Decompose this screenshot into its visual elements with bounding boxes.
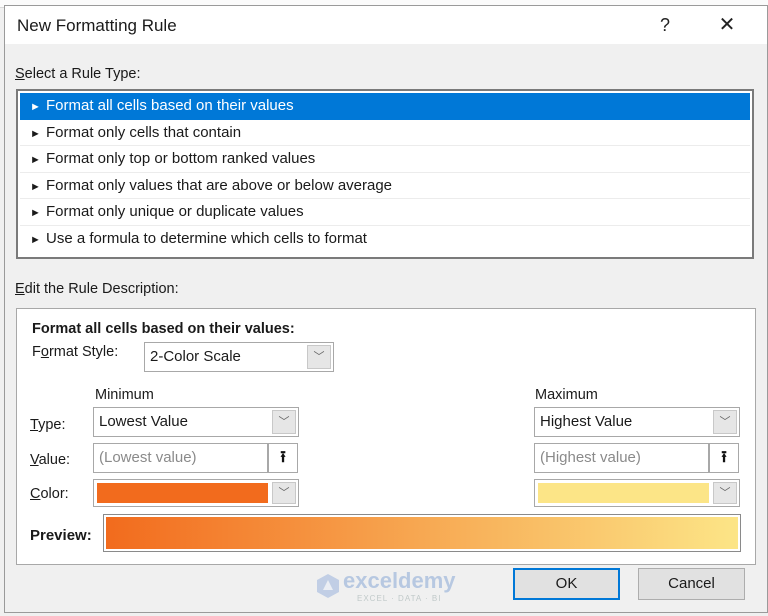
minimum-type-select[interactable]: Lowest Value ﹀ bbox=[93, 407, 299, 437]
chevron-down-icon[interactable]: ﹀ bbox=[713, 410, 737, 434]
rule-type-item[interactable]: ► Format only cells that contain bbox=[20, 120, 750, 146]
select-rule-type-label: Select a Rule Type: bbox=[15, 66, 140, 82]
maximum-color-picker[interactable]: ﹀ bbox=[534, 479, 740, 507]
rule-type-item[interactable]: ► Format only values that are above or be… bbox=[20, 173, 750, 199]
chevron-down-icon[interactable]: ﹀ bbox=[307, 345, 331, 369]
watermark-name: exceldemy bbox=[343, 568, 456, 593]
maximum-type-select[interactable]: Highest Value ﹀ bbox=[534, 407, 740, 437]
label-accesskey: o bbox=[40, 344, 49, 360]
label-accesskey: S bbox=[15, 66, 25, 82]
label-text: olor: bbox=[40, 486, 69, 502]
maximum-value-placeholder: (Highest value) bbox=[540, 449, 641, 466]
exceldemy-logo-icon bbox=[317, 574, 339, 598]
ok-button[interactable]: OK bbox=[513, 568, 620, 600]
format-style-value: 2-Color Scale bbox=[150, 348, 241, 365]
label-accesskey: V bbox=[30, 452, 39, 468]
chevron-down-icon[interactable]: ﹀ bbox=[272, 410, 296, 434]
label-text: rmat Style: bbox=[48, 344, 119, 360]
arrow-right-icon: ► bbox=[30, 233, 41, 246]
arrow-right-icon: ► bbox=[30, 154, 41, 166]
rule-type-label: Format only values that are above or bel… bbox=[46, 176, 393, 194]
minimum-value-input[interactable]: (Lowest value) bbox=[93, 443, 268, 473]
label-accesskey: T bbox=[30, 417, 39, 433]
format-style-label: Format Style: bbox=[32, 344, 118, 360]
description-heading: Format all cells based on their values: bbox=[32, 321, 295, 337]
arrow-right-icon: ► bbox=[30, 180, 41, 193]
edit-rule-description-label: Edit the Rule Description: bbox=[15, 281, 179, 297]
rule-type-item[interactable]: ► Format all cells based on their values bbox=[20, 93, 750, 120]
chevron-down-icon[interactable]: ﹀ bbox=[713, 482, 737, 504]
label-accesskey: C bbox=[30, 486, 41, 502]
arrow-right-icon: ► bbox=[30, 207, 41, 219]
minimum-color-picker[interactable]: ﹀ bbox=[93, 479, 299, 507]
maximum-type-value: Highest Value bbox=[540, 413, 633, 430]
rule-type-list[interactable]: ► Format all cells based on their values … bbox=[16, 89, 754, 259]
format-style-select[interactable]: 2-Color Scale ﹀ bbox=[144, 342, 334, 372]
color-label: Color: bbox=[30, 486, 69, 502]
rule-type-label: Format only cells that contain bbox=[46, 123, 242, 141]
label-text: elect a Rule Type: bbox=[24, 66, 141, 82]
rule-type-item[interactable]: ► Format only top or bottom ranked values bbox=[20, 146, 750, 173]
minimum-header: Minimum bbox=[95, 387, 154, 403]
watermark: exceldemy EXCEL · DATA · BI bbox=[313, 568, 463, 608]
minimum-type-value: Lowest Value bbox=[99, 413, 188, 430]
chevron-down-icon[interactable]: ﹀ bbox=[272, 482, 296, 504]
arrow-right-icon: ► bbox=[30, 127, 41, 140]
cancel-button[interactable]: Cancel bbox=[638, 568, 745, 600]
preview-box bbox=[103, 514, 741, 552]
dialog-title: New Formatting Rule bbox=[17, 16, 177, 35]
maximum-header: Maximum bbox=[535, 387, 598, 403]
label-accesskey: E bbox=[15, 281, 25, 297]
help-button[interactable]: ? bbox=[653, 12, 677, 38]
rule-type-item[interactable]: ► Format only unique or duplicate values bbox=[20, 199, 750, 226]
arrow-right-icon: ► bbox=[30, 101, 41, 113]
label-text: dit the Rule Description: bbox=[24, 281, 179, 297]
collapse-dialog-icon[interactable]: ⭱ bbox=[709, 443, 739, 473]
label-text: F bbox=[32, 344, 41, 360]
new-formatting-rule-dialog: New Formatting Rule ? ✕ Select a Rule Ty… bbox=[4, 5, 768, 613]
watermark-tagline: EXCEL · DATA · BI bbox=[357, 594, 442, 603]
type-label: Type: bbox=[30, 417, 65, 433]
value-label: Value: bbox=[30, 452, 70, 468]
preview-gradient bbox=[106, 517, 738, 549]
title-bar: New Formatting Rule ? ✕ bbox=[5, 6, 767, 44]
minimum-value-placeholder: (Lowest value) bbox=[99, 449, 197, 466]
label-text: alue: bbox=[38, 452, 71, 468]
rule-description-panel: Format all cells based on their values: … bbox=[16, 308, 756, 565]
maximum-value-input[interactable]: (Highest value) bbox=[534, 443, 709, 473]
collapse-dialog-icon[interactable]: ⭱ bbox=[268, 443, 298, 473]
label-text: ype: bbox=[38, 417, 66, 433]
rule-type-label: Format only unique or duplicate values bbox=[46, 203, 304, 220]
rule-type-label: Format all cells based on their values bbox=[46, 97, 294, 114]
maximum-color-swatch bbox=[538, 483, 709, 503]
rule-type-label: Use a formula to determine which cells t… bbox=[46, 229, 367, 247]
close-button[interactable]: ✕ bbox=[713, 12, 741, 38]
minimum-color-swatch bbox=[97, 483, 268, 503]
preview-label: Preview: bbox=[30, 527, 92, 544]
rule-type-item[interactable]: ► Use a formula to determine which cells … bbox=[20, 226, 750, 253]
rule-type-label: Format only top or bottom ranked values bbox=[46, 150, 316, 167]
